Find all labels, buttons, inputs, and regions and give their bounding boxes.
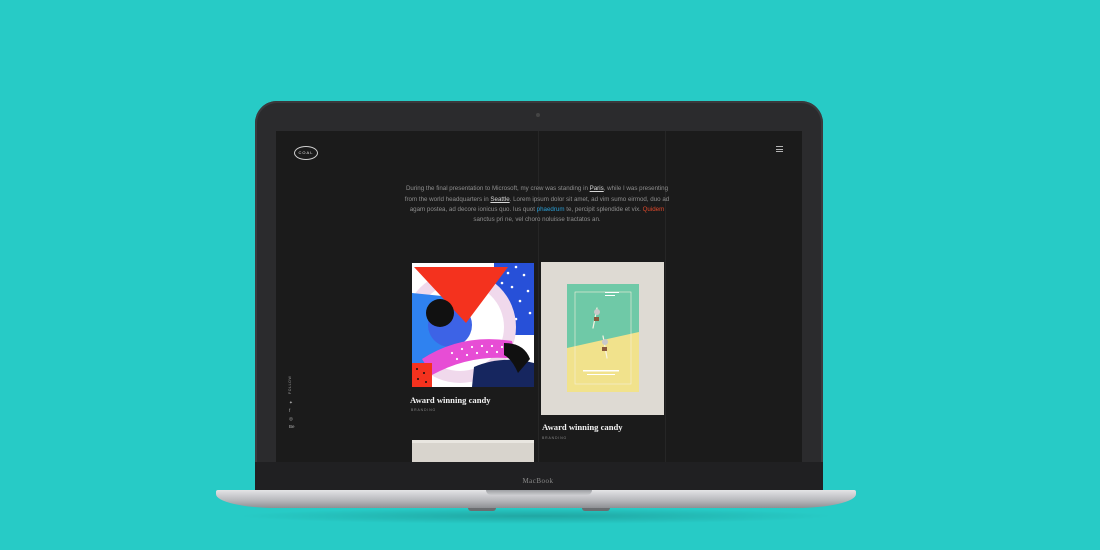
laptop-foot-right <box>582 508 610 511</box>
instagram-icon[interactable]: ◎ <box>289 416 293 421</box>
follow-label: FOLLOW <box>288 375 292 394</box>
twitter-icon[interactable]: ✦ <box>289 400 293 405</box>
project-thumbnail-3[interactable] <box>412 440 534 462</box>
card-tag-1: BRANDING <box>411 408 437 412</box>
laptop-bezel-bottom <box>255 462 823 490</box>
facebook-icon[interactable]: f <box>289 408 290 413</box>
site-logo[interactable]: COAL <box>294 146 318 160</box>
laptop-brand-label: MacBook <box>522 477 554 485</box>
project-thumbnail-2[interactable] <box>541 262 664 415</box>
card-tag-2: BRANDING <box>542 436 568 440</box>
laptop-screen: COAL During the final presentation to Mi… <box>276 131 802 462</box>
grid-line <box>538 131 539 462</box>
camera <box>536 113 540 117</box>
seattle-link[interactable]: Seattle <box>490 196 509 203</box>
phaedrum-link[interactable]: phaedrum <box>537 206 565 213</box>
intro-paragraph: During the final presentation to Microso… <box>404 185 670 224</box>
behance-icon[interactable]: Be <box>289 424 295 429</box>
card-title-2[interactable]: Award winning candy <box>542 422 623 432</box>
laptop-foot-left <box>468 508 496 511</box>
project-thumbnail-1[interactable] <box>412 263 534 387</box>
hamburger-menu-icon[interactable] <box>776 146 783 154</box>
laptop-base-notch <box>486 490 592 495</box>
card-title-1[interactable]: Award winning candy <box>410 395 491 405</box>
laptop-shadow <box>236 508 836 524</box>
thumbnail-edge <box>412 440 534 443</box>
quidem-link[interactable]: Quidem <box>643 206 665 213</box>
grid-line <box>665 131 666 462</box>
paris-link[interactable]: Paris <box>590 185 604 192</box>
